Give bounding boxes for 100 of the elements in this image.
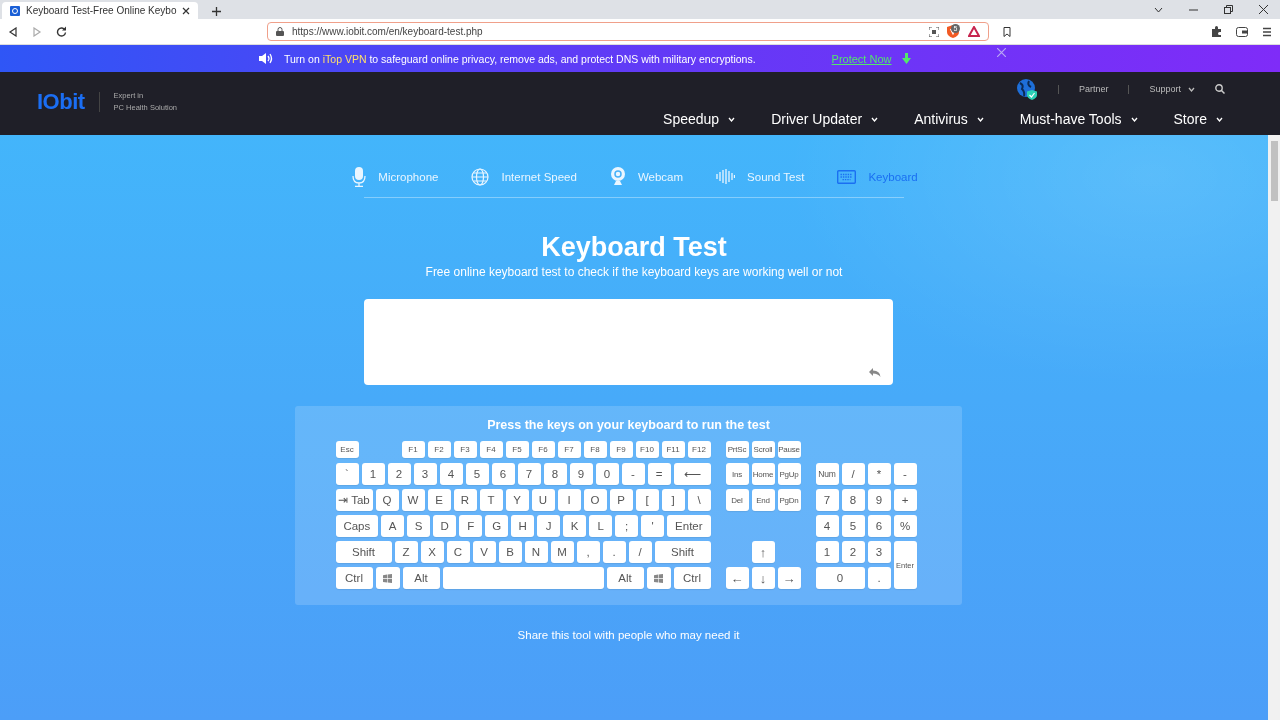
keyboard-key: F5 — [505, 441, 529, 458]
keyboard-key: ` — [335, 463, 359, 485]
keyboard-key: E — [427, 489, 451, 511]
keyboard-key: . — [867, 567, 891, 589]
keyboard-key: - — [621, 463, 645, 485]
nav-menu-item[interactable]: Antivirus — [914, 111, 984, 127]
keyboard-key: F11 — [661, 441, 685, 458]
keyboard-key: + — [893, 489, 917, 511]
keyboard-key: F9 — [609, 441, 633, 458]
browser-tab[interactable]: Keyboard Test-Free Online Keybo — [2, 2, 199, 19]
keyboard-key: W — [401, 489, 425, 511]
keyboard-key: 0 — [815, 567, 865, 589]
keyboard-key: / — [628, 541, 652, 563]
keyboard-key: Scroll — [751, 441, 775, 458]
keyboard-key: T — [479, 489, 503, 511]
keyboard-key: F7 — [557, 441, 581, 458]
keyboard-key: Home — [751, 463, 775, 485]
keyboard-key: C — [446, 541, 470, 563]
keyboard-key: Ctrl — [673, 567, 711, 589]
keyboard-key: Shift — [654, 541, 711, 563]
keyboard-key: U — [531, 489, 555, 511]
keyboard-key: 2 — [387, 463, 411, 485]
keyboard-key: Num — [815, 463, 839, 485]
keyboard-key: 7 — [815, 489, 839, 511]
keyboard-key: 0 — [595, 463, 619, 485]
arrow-key: ↑ — [751, 541, 775, 563]
keyboard-key: 4 — [439, 463, 463, 485]
keyboard-key: F3 — [453, 441, 477, 458]
keyboard-key: F8 — [583, 441, 607, 458]
keyboard-key: 3 — [867, 541, 891, 563]
protect-link[interactable]: Protect Now — [831, 52, 892, 65]
keyboard-key: 7 — [517, 463, 541, 485]
keyboard-key: Pause — [777, 441, 801, 458]
keyboard-key: = — [647, 463, 671, 485]
keyboard-key: Ins — [725, 463, 749, 485]
keyboard-key: L — [589, 515, 613, 537]
keyboard-key: 2 — [841, 541, 865, 563]
keyboard-key: K — [563, 515, 587, 537]
keyboard-key: 1 — [361, 463, 385, 485]
keyboard-key: F4 — [479, 441, 503, 458]
keyboard-key: D — [433, 515, 457, 537]
keyboard-key: Shift — [335, 541, 392, 563]
keyboard-key: ; — [615, 515, 639, 537]
keyboard-key: ' — [641, 515, 665, 537]
keyboard-key: Alt — [402, 567, 440, 589]
keyboard-key: X — [420, 541, 444, 563]
page-subheading: Free online keyboard test to check if the keyboard keys are working well or not — [425, 265, 843, 281]
keyboard-key: End — [751, 489, 775, 511]
keyboard-key: Alt — [606, 567, 644, 589]
keyboard-key: 5 — [465, 463, 489, 485]
keyboard-key: [ — [635, 489, 659, 511]
keyboard-key: S — [407, 515, 431, 537]
keyboard-key: B — [498, 541, 522, 563]
keyboard-key: PgDn — [777, 489, 801, 511]
keyboard-key: Del — [725, 489, 749, 511]
keyboard-key: ] — [661, 489, 685, 511]
keyboard-key: 6 — [491, 463, 515, 485]
logo[interactable]: IObit — [37, 88, 85, 115]
keyboard-key: F1 — [401, 441, 425, 458]
keyboard-key: / — [841, 463, 865, 485]
keyboard-key: F — [459, 515, 483, 537]
keyboard-key: Esc — [335, 441, 359, 458]
keyboard-key: 9 — [867, 489, 891, 511]
arrow-key: → — [777, 567, 801, 589]
utility-link[interactable]: Partner — [1078, 84, 1109, 94]
keyboard-key: - — [893, 463, 917, 485]
keyboard-key: * — [867, 463, 891, 485]
keyboard-key: 4 — [815, 515, 839, 537]
share-text: Share this tool with people who may need it — [517, 629, 740, 641]
keyboard-key: M — [550, 541, 574, 563]
nav-menu-item[interactable]: Speedup — [663, 111, 736, 127]
arrow-key: ← — [725, 567, 749, 589]
keyboard-key: , — [576, 541, 600, 563]
keyboard-key: I — [557, 489, 581, 511]
keyboard-key: 8 — [841, 489, 865, 511]
vpn-link[interactable]: iTop VPN — [322, 52, 367, 65]
keyboard-key: H — [511, 515, 535, 537]
keyboard-key: % — [893, 515, 917, 537]
keyboard-key: 6 — [867, 515, 891, 537]
keyboard-key: Z — [394, 541, 418, 563]
keyboard-key: Enter — [667, 515, 711, 537]
nav-menu-item[interactable]: Store — [1173, 111, 1223, 127]
keyboard-key: G — [485, 515, 509, 537]
page-heading: Keyboard Test — [541, 231, 727, 264]
keyboard-key: ⟵ — [673, 463, 711, 485]
keyboard-key: 8 — [543, 463, 567, 485]
keyboard-key: R — [453, 489, 477, 511]
keyboard-key: F6 — [531, 441, 555, 458]
keyboard-key: P — [609, 489, 633, 511]
nav-menu-item[interactable]: Must-have Tools — [1019, 111, 1138, 127]
keyboard-key: 9 — [569, 463, 593, 485]
nav-menu-item[interactable]: Driver Updater — [771, 111, 879, 127]
utility-link[interactable]: Support — [1149, 84, 1195, 94]
keyboard-key: PgUp — [777, 463, 801, 485]
keyboard-key: F2 — [427, 441, 451, 458]
keyboard-key: J — [537, 515, 561, 537]
keyboard-key: 1 — [815, 541, 839, 563]
keyboard-key: N — [524, 541, 548, 563]
keyboard-key: Q — [375, 489, 399, 511]
keyboard-key: . — [602, 541, 626, 563]
